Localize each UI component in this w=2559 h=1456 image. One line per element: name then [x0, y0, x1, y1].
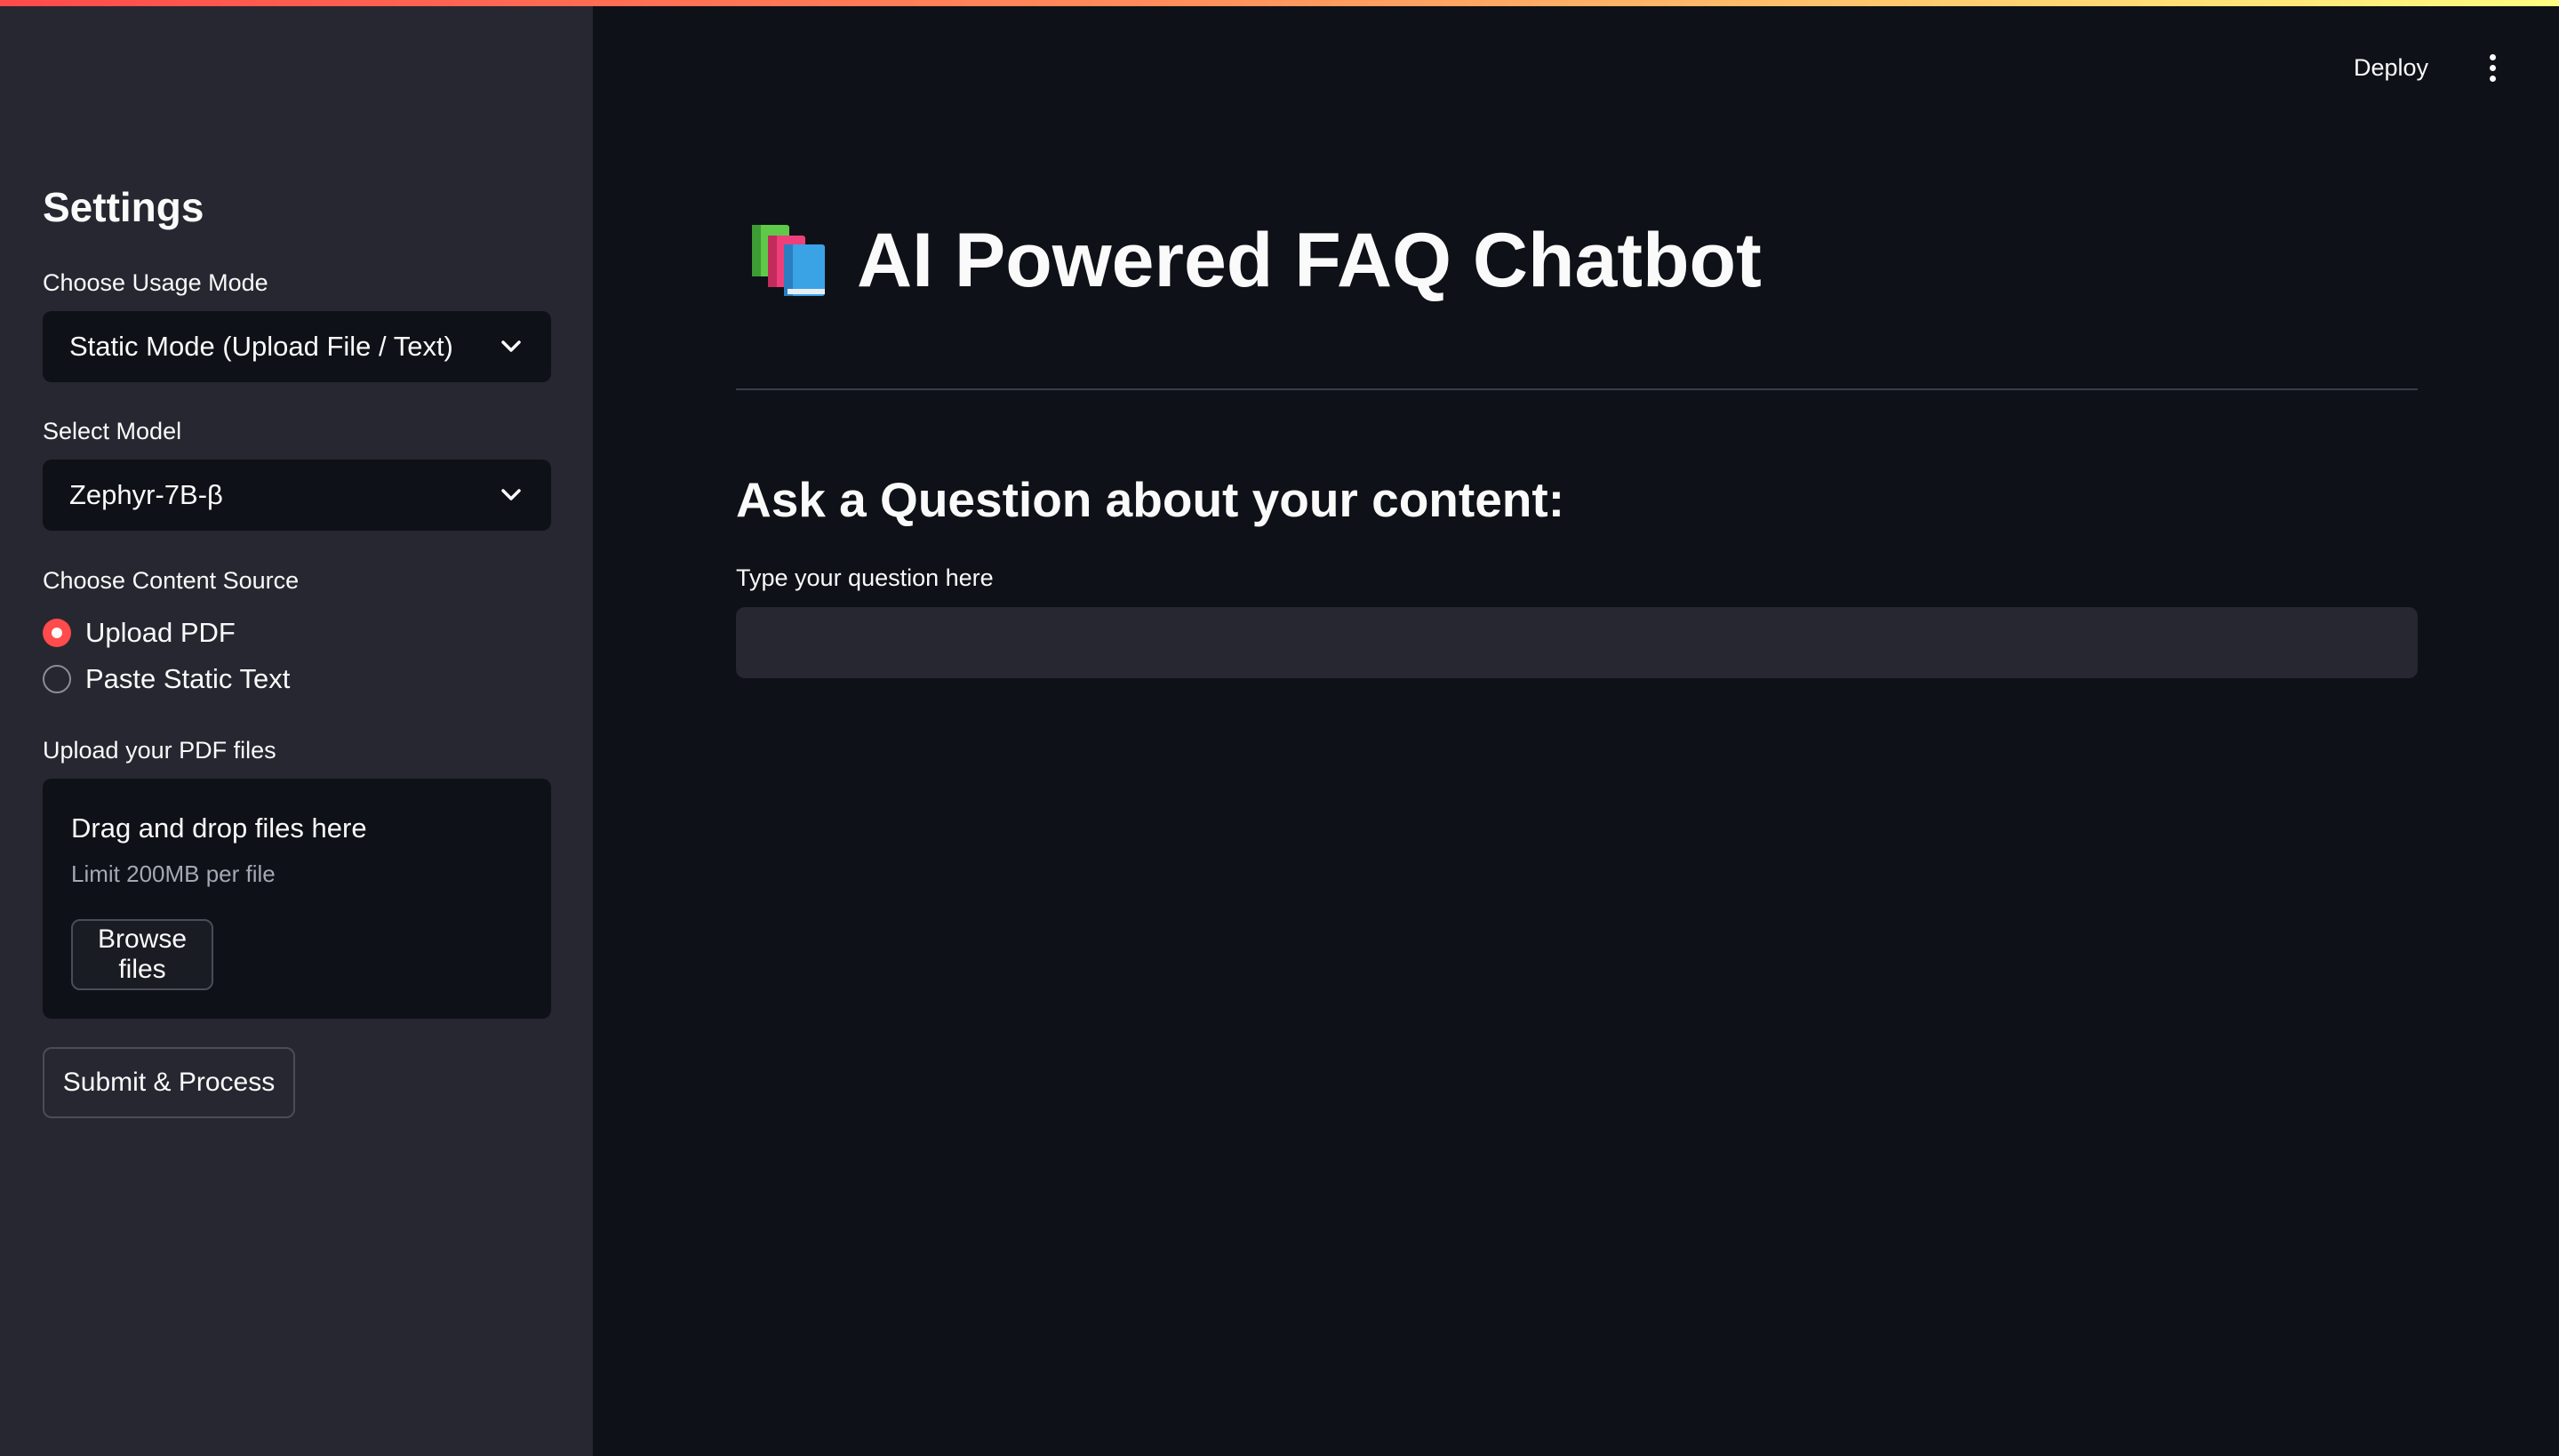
usage-mode-value: Static Mode (Upload File / Text)	[69, 331, 453, 362]
file-dropzone[interactable]: Drag and drop files here Limit 200MB per…	[43, 779, 551, 1019]
chevron-down-icon	[498, 482, 524, 508]
browse-files-button[interactable]: Browse files	[71, 919, 213, 990]
model-label: Select Model	[43, 418, 182, 444]
dropzone-limit: Limit 200MB per file	[71, 860, 276, 887]
usage-mode-select[interactable]: Static Mode (Upload File / Text)	[43, 311, 551, 382]
divider	[736, 388, 2418, 390]
radio-label: Upload PDF	[85, 617, 236, 648]
radio-selected-icon	[43, 619, 71, 647]
page-title-text: AI Powered FAQ Chatbot	[857, 218, 1762, 303]
sidebar-title: Settings	[43, 184, 204, 230]
question-label: Type your question here	[736, 564, 994, 591]
page-title: AI Powered FAQ Chatbot	[748, 212, 1762, 309]
model-select[interactable]: Zephyr-7B-β	[43, 460, 551, 531]
top-decoration-bar	[0, 0, 2559, 6]
books-icon	[748, 223, 830, 298]
sidebar: Settings Choose Usage Mode Static Mode (…	[0, 0, 593, 1456]
radio-label: Paste Static Text	[85, 663, 291, 694]
chevron-down-icon	[498, 333, 524, 360]
radio-paste-static-text[interactable]: Paste Static Text	[43, 660, 290, 699]
submit-process-button[interactable]: Submit & Process	[43, 1047, 295, 1118]
dropzone-text: Drag and drop files here	[71, 812, 367, 844]
usage-mode-label: Choose Usage Mode	[43, 269, 268, 296]
content-source-label: Choose Content Source	[43, 567, 300, 594]
radio-upload-pdf[interactable]: Upload PDF	[43, 613, 236, 652]
deploy-button[interactable]: Deploy	[2354, 50, 2428, 85]
radio-unselected-icon	[43, 665, 71, 693]
kebab-menu-icon[interactable]	[2476, 50, 2508, 85]
uploader-label: Upload your PDF files	[43, 737, 276, 764]
section-title: Ask a Question about your content:	[736, 472, 1565, 527]
question-input[interactable]	[736, 607, 2418, 678]
model-value: Zephyr-7B-β	[69, 479, 223, 510]
